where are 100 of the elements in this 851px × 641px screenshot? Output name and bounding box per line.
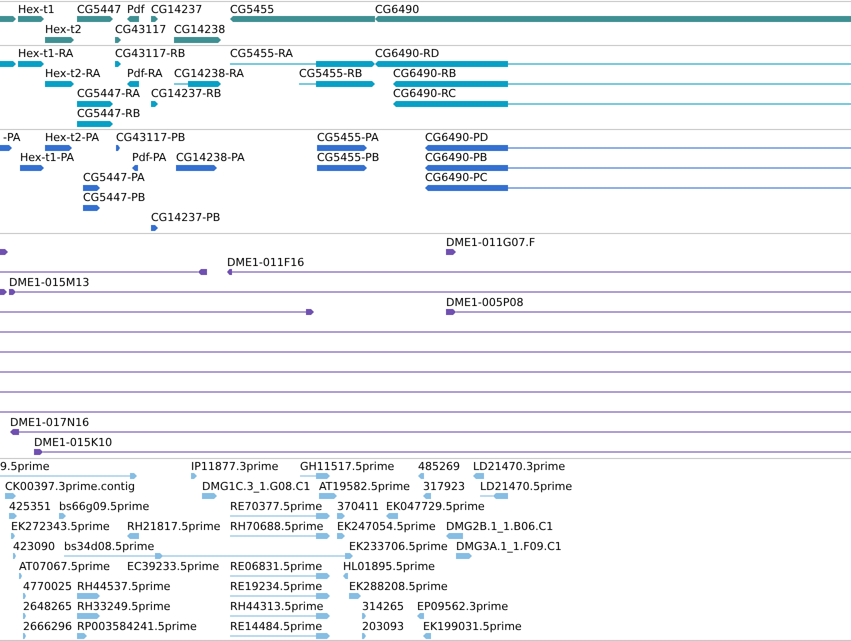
feature-label: CG5455-RB: [299, 67, 362, 80]
feature-glyph[interactable]: [393, 101, 851, 107]
feature-label: RE06831.5prime: [230, 560, 322, 573]
feature-glyph[interactable]: [375, 61, 851, 67]
feature-glyph[interactable]: [115, 37, 121, 43]
feature-label: CG5447: [77, 3, 122, 16]
feature-label: 2666296: [23, 620, 72, 633]
feature-glyph[interactable]: [83, 205, 100, 211]
feature-glyph[interactable]: [0, 249, 8, 255]
feature-glyph[interactable]: [317, 145, 367, 151]
feature-label: 9.5prime: [0, 460, 50, 473]
feature-glyph[interactable]: [20, 165, 44, 171]
feature-label: DME1-011G07.F: [446, 236, 536, 249]
feature-glyph[interactable]: [230, 61, 375, 67]
feature-label: RE70377.5prime: [230, 500, 322, 513]
feature-label: RH21817.5prime: [127, 520, 220, 533]
feature-glyph[interactable]: [77, 101, 113, 107]
feature-glyph[interactable]: [34, 449, 851, 455]
feature-glyph[interactable]: [299, 81, 375, 87]
feature-glyph[interactable]: [0, 289, 7, 295]
feature-glyph[interactable]: [127, 16, 139, 22]
feature-glyph[interactable]: [446, 249, 456, 255]
feature-glyph[interactable]: [45, 81, 74, 87]
feature-glyph[interactable]: [317, 165, 367, 171]
feature-label: CG14238-PA: [176, 151, 245, 164]
feature-label: CG5455: [230, 3, 274, 16]
feature-label: GH11517.5prime: [300, 460, 394, 473]
feature-label: HL01895.5prime: [343, 560, 435, 573]
feature-glyph[interactable]: [0, 61, 16, 67]
feature-label: Hex-t1-RA: [18, 47, 74, 60]
feature-label: CG6490-RB: [393, 67, 456, 80]
feature-label: 370411: [337, 500, 379, 513]
feature-glyph[interactable]: [83, 185, 100, 191]
feature-glyph[interactable]: [18, 16, 44, 22]
feature-glyph[interactable]: [0, 269, 207, 275]
feature-glyph[interactable]: [176, 165, 217, 171]
feature-label: CG5447-PA: [83, 171, 145, 184]
feature-glyph[interactable]: [77, 121, 113, 127]
feature-label: EK233706.5prime: [349, 540, 448, 553]
feature-glyph[interactable]: [151, 225, 158, 231]
feature-glyph[interactable]: [116, 145, 120, 151]
feature-label: CG14238: [174, 23, 226, 36]
feature-label: EK272343.5prime: [11, 520, 110, 533]
feature-glyph[interactable]: [227, 269, 851, 275]
feature-label: CK00397.3prime.contig: [5, 480, 136, 493]
feature-label: 425351: [9, 500, 51, 513]
feature-glyph[interactable]: [45, 145, 72, 151]
feature-glyph[interactable]: [127, 81, 139, 87]
feature-label: Pdf-RA: [127, 67, 163, 80]
feature-label: EP09562.3prime: [417, 600, 508, 613]
feature-label: CG6490-RC: [393, 87, 456, 100]
feature-glyph[interactable]: [174, 37, 221, 43]
feature-glyph[interactable]: [0, 145, 12, 151]
feature-label: 314265: [362, 600, 404, 613]
feature-label: CG6490-PD: [425, 131, 488, 144]
feature-label: CG14237-PB: [151, 211, 220, 224]
feature-label: CG6490-PC: [425, 171, 488, 184]
feature-glyph[interactable]: [9, 289, 851, 295]
feature-glyph[interactable]: [77, 16, 113, 22]
feature-glyph[interactable]: [425, 145, 851, 151]
feature-glyph[interactable]: [115, 61, 121, 67]
feature-label: 2648265: [23, 600, 72, 613]
feature-label: 317923: [423, 480, 465, 493]
feature-glyph[interactable]: [10, 429, 851, 435]
feature-glyph[interactable]: [45, 37, 74, 43]
feature-label: 485269: [418, 460, 460, 473]
feature-glyph[interactable]: [174, 81, 221, 87]
feature-label: CG6490-PB: [425, 151, 488, 164]
feature-label: EC39233.5prime: [127, 560, 220, 573]
feature-label: EK288208.5prime: [349, 580, 448, 593]
feature-label: CG43117-RB: [115, 47, 186, 60]
feature-glyph[interactable]: [132, 165, 138, 171]
feature-label: EK047729.5prime: [386, 500, 485, 513]
feature-glyph[interactable]: [0, 16, 16, 22]
feature-label: CG14238-RA: [174, 67, 244, 80]
feature-label: EK199031.5prime: [423, 620, 522, 633]
feature-glyph[interactable]: [151, 16, 158, 22]
feature-glyph[interactable]: [393, 81, 851, 87]
feature-label: 203093: [362, 620, 404, 633]
feature-label: RH33249.5prime: [77, 600, 170, 613]
feature-glyph[interactable]: [446, 309, 851, 315]
feature-label: DMG1C.3_1.G08.C1: [202, 480, 310, 493]
feature-label: Hex-t1-PA: [20, 151, 74, 164]
feature-label: Hex-t1: [18, 3, 55, 16]
feature-glyph[interactable]: [425, 165, 851, 171]
feature-label: CG5447-PB: [83, 191, 146, 204]
feature-label: DME1-015K10: [34, 436, 112, 449]
feature-label: DME1-017N16: [10, 416, 90, 429]
feature-glyph[interactable]: [18, 61, 44, 67]
feature-label: CG5447-RA: [77, 87, 140, 100]
feature-label: LD21470.5prime: [480, 480, 572, 493]
feature-label: EK247054.5prime: [337, 520, 436, 533]
feature-label: RH44537.5prime: [77, 580, 170, 593]
feature-glyph[interactable]: [425, 185, 851, 191]
feature-label: Pdf: [127, 3, 144, 16]
feature-glyph[interactable]: [0, 309, 314, 315]
feature-label: RP003584241.5prime: [77, 620, 197, 633]
feature-label: RH70688.5prime: [230, 520, 324, 533]
feature-glyph[interactable]: [151, 101, 158, 107]
feature-label: IP11877.3prime: [191, 460, 278, 473]
